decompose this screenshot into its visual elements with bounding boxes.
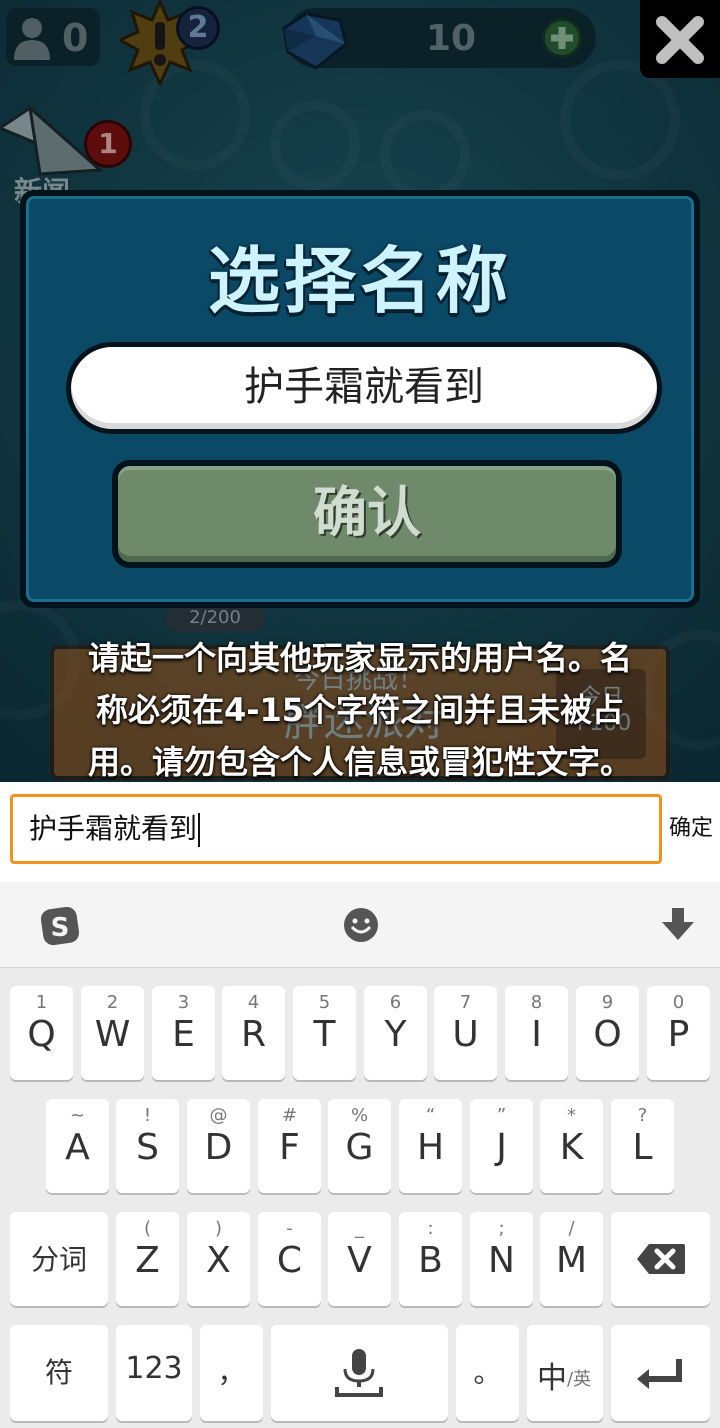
language-switch-key[interactable]: 中 /英: [527, 1325, 603, 1421]
lang-sub-label: /英: [567, 1369, 592, 1390]
key-q[interactable]: 1Q: [10, 986, 73, 1080]
key-a[interactable]: ~ A: [46, 1099, 109, 1193]
space-voice-key[interactable]: [271, 1325, 448, 1421]
hint-line: 请起一个向其他玩家显示的用户名。名: [87, 639, 632, 677]
hint-line: 用。请勿包含个人信息或冒犯性文字。: [87, 743, 632, 781]
key-x[interactable]: ) X: [187, 1212, 250, 1306]
symbols-key[interactable]: 符: [10, 1325, 108, 1421]
ime-text-field[interactable]: 护手霜就看到: [10, 794, 662, 864]
microphone-icon: [335, 1349, 383, 1397]
emoji-icon[interactable]: [342, 906, 380, 944]
keyboard-toolbar: S: [0, 882, 720, 968]
ime-ok-button[interactable]: 确定: [662, 794, 720, 864]
enter-icon: [637, 1359, 682, 1389]
period-key[interactable]: 。: [456, 1325, 519, 1421]
key-d[interactable]: @ D: [187, 1099, 250, 1193]
key-e[interactable]: 3E: [152, 986, 215, 1080]
key-h[interactable]: “H: [399, 1099, 462, 1193]
key-j[interactable]: ” J: [470, 1099, 533, 1193]
confirm-button[interactable]: 确认: [112, 460, 622, 568]
key-c[interactable]: -C: [258, 1212, 321, 1306]
soft-keyboard: S 1Q 2W 3E 4R 5T 6Y 7U 8I 9O 0P ~ A ! S @ D…: [0, 882, 720, 1428]
key-l[interactable]: ? L: [611, 1099, 674, 1193]
lang-main-label: 中: [537, 1361, 567, 1396]
key-u[interactable]: 7U: [434, 986, 497, 1080]
numbers-key[interactable]: 123: [116, 1325, 192, 1421]
backspace-key[interactable]: [611, 1212, 710, 1306]
key-s[interactable]: ! S: [116, 1099, 179, 1193]
backspace-icon: [637, 1244, 685, 1274]
key-f[interactable]: # F: [258, 1099, 321, 1193]
key-b[interactable]: :B: [399, 1212, 462, 1306]
key-v[interactable]: _ V: [328, 1212, 391, 1306]
key-p[interactable]: 0P: [647, 986, 710, 1080]
choose-name-dialog: 选择名称 护手霜就看到 确认: [20, 190, 700, 608]
split-word-key[interactable]: 分词: [10, 1212, 108, 1306]
key-w[interactable]: 2W: [81, 986, 144, 1080]
key-n[interactable]: ; N: [470, 1212, 533, 1306]
svg-text:S: S: [51, 913, 70, 943]
enter-key[interactable]: [611, 1325, 710, 1421]
key-z[interactable]: (Z: [116, 1212, 179, 1306]
key-g[interactable]: % G: [328, 1099, 391, 1193]
hide-keyboard-icon[interactable]: [660, 906, 696, 944]
game-screen: 0 2 10 1 新闻 2/200 今日挑战！ 胖迷派对 今日 +100: [0, 0, 720, 782]
key-m[interactable]: / M: [540, 1212, 603, 1306]
comma-key[interactable]: ，: [200, 1325, 263, 1421]
hint-line: 称必须在4-15个字符之间并且未被占: [95, 691, 625, 729]
key-r[interactable]: 4R: [222, 986, 285, 1080]
dialog-title: 选择名称: [207, 239, 512, 323]
name-input[interactable]: 护手霜就看到: [66, 342, 662, 434]
name-hint-text: 请起一个向其他玩家显示的用户名。名 称必须在4-15个字符之间并且未被占 用。请…: [44, 632, 676, 782]
key-k[interactable]: * K: [540, 1099, 603, 1193]
key-i[interactable]: 8I: [505, 986, 568, 1080]
key-y[interactable]: 6Y: [364, 986, 427, 1080]
key-o[interactable]: 9O: [576, 986, 639, 1080]
key-t[interactable]: 5T: [293, 986, 356, 1080]
ime-input-bar: 护手霜就看到 确定: [0, 782, 720, 882]
sogou-logo-icon[interactable]: S: [40, 906, 80, 946]
